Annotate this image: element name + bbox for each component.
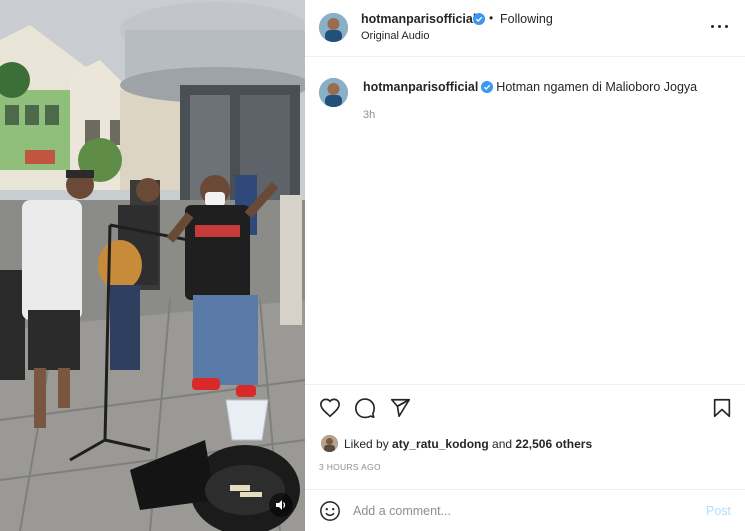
post-comment-button[interactable]: Post <box>706 504 731 518</box>
caption-username[interactable]: hotmanparisofficial <box>363 80 478 94</box>
emoji-icon[interactable] <box>319 500 341 522</box>
comment-icon[interactable] <box>354 397 376 419</box>
mute-button[interactable] <box>269 493 293 517</box>
post-actions: Liked by aty_ratu_kodong and 22,506 othe… <box>305 384 745 484</box>
profile-photo <box>321 435 338 452</box>
post-video[interactable] <box>0 0 305 531</box>
video-frame <box>0 0 305 531</box>
following-button[interactable]: Following <box>500 12 553 26</box>
post-date[interactable]: 3 HOURS AGO <box>319 462 381 472</box>
verified-badge-icon <box>473 13 485 25</box>
liked-by-label: Liked by <box>344 437 393 451</box>
caption-text: Hotman ngamen di Malioboro Jogya <box>496 80 698 94</box>
more-options-icon[interactable] <box>711 20 729 34</box>
add-comment-section: Post <box>305 489 745 531</box>
likes-count[interactable]: 22,506 others <box>515 437 592 451</box>
author-username[interactable]: hotmanparisofficial <box>361 12 476 26</box>
separator-dot: • <box>489 11 494 25</box>
verified-badge-icon <box>481 81 494 93</box>
comment-input[interactable] <box>353 501 693 521</box>
caption: hotmanparisofficial Hotman ngamen di Mali… <box>363 80 697 94</box>
profile-photo <box>319 13 348 42</box>
likes-summary: Liked by aty_ratu_kodong and 22,506 othe… <box>344 437 592 451</box>
bookmark-icon[interactable] <box>711 397 733 419</box>
comments-list <box>305 130 745 382</box>
caption-timestamp[interactable]: 3h <box>363 109 375 121</box>
heart-icon[interactable] <box>319 397 341 419</box>
avatar[interactable] <box>319 78 348 107</box>
avatar[interactable] <box>319 13 348 42</box>
share-icon[interactable] <box>389 397 411 419</box>
profile-photo <box>319 78 348 107</box>
liked-by-and: and <box>488 437 516 451</box>
original-audio-link[interactable]: Original Audio <box>361 30 430 42</box>
liker-avatar[interactable] <box>321 435 338 452</box>
speaker-icon <box>276 500 286 510</box>
post-header: hotmanparisofficial • Following Original… <box>305 0 745 57</box>
post-details-panel: hotmanparisofficial • Following Original… <box>305 0 745 531</box>
liked-by-user[interactable]: aty_ratu_kodong <box>392 437 489 451</box>
